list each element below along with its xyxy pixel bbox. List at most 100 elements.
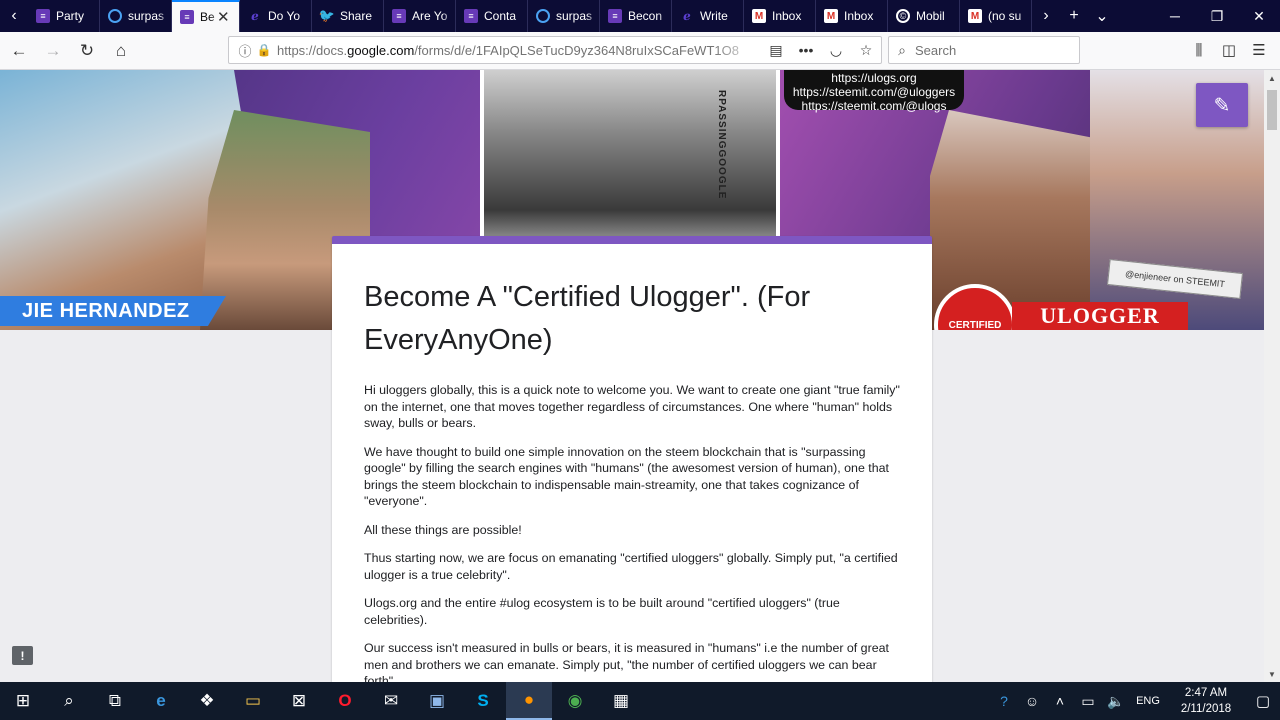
pocket-icon[interactable]: ◡ (821, 42, 851, 59)
home-button[interactable]: ⌂ (106, 36, 136, 66)
chrome-icon[interactable]: ◉ (552, 682, 598, 720)
url-host: google.com (347, 42, 415, 58)
file-explorer-icon[interactable]: ▭ (230, 682, 276, 720)
browser-tab[interactable]: ℯ Write (672, 0, 744, 32)
language-indicator[interactable]: ENG (1130, 695, 1166, 707)
clock[interactable]: 2:47 AM 2/11/2018 (1174, 685, 1238, 717)
people-icon[interactable]: ☺ (1018, 693, 1046, 709)
page-viewport: RPASSINGGOOGLE https://ulogs.org https:/… (0, 70, 1264, 682)
close-window-button[interactable]: ✕ (1238, 0, 1280, 32)
report-feedback-icon[interactable]: ! (12, 646, 33, 665)
form-title: Become A "Certified Ulogger". (For Every… (364, 281, 811, 356)
calculator-icon[interactable]: ▦ (598, 682, 644, 720)
mail-icon[interactable]: ✉ (368, 682, 414, 720)
description-paragraph: Our success isn't measured in bulls or b… (364, 641, 889, 682)
pencil-icon: ✎ (1213, 94, 1231, 117)
page-actions-icon[interactable]: ••• (791, 42, 821, 58)
library-icon[interactable]: ⫼ (1184, 36, 1214, 64)
store-icon[interactable]: ⊠ (276, 682, 322, 720)
browser-tab[interactable]: ≡ Becon (600, 0, 672, 32)
banner-vertical-text: RPASSINGGOOGLE (716, 90, 727, 200)
tab-strip: ‹ ≡ Party surpas ≡ Be ✕ ℯ Do Yo 🐦 Share ≡ Are Yo ≡ Co… (0, 0, 1280, 32)
menu-icon[interactable]: ☰ (1244, 36, 1274, 64)
clock-date: 2/11/2018 (1180, 703, 1232, 715)
forms-icon: ≡ (464, 9, 478, 23)
tab-title: Are Yo (412, 9, 448, 23)
browser-tab[interactable]: surpas (100, 0, 172, 32)
tab-title: (no su (988, 9, 1022, 23)
reload-button[interactable]: ↻ (72, 36, 102, 66)
form-description: Hi uloggers globally, this is a quick no… (364, 382, 900, 682)
battery-icon[interactable]: ▭ (1074, 693, 1102, 710)
address-bar[interactable]: ⓘ 🔒 https://docs.google.com/forms/d/e/1F… (228, 36, 882, 64)
windows-start-icon[interactable]: ⊞ (0, 682, 46, 720)
search-input[interactable]: ⌕ Search (888, 36, 1080, 64)
search-taskbar-icon[interactable]: ⌕ (46, 682, 92, 720)
show-hidden-icons-icon[interactable]: ˄ (1046, 693, 1074, 709)
url-path: /forms/d/e/1FAIpQLSeTucD9yz364N8ruIxSCaF… (414, 42, 739, 58)
url-prefix: https://docs. (277, 42, 348, 58)
browser-tab[interactable]: M Inbox (816, 0, 888, 32)
system-tray: ? ☺ ˄ ▭ 🔈 ENG 2:47 AM 2/11/2018 ▢ (990, 685, 1280, 717)
new-tab-button[interactable]: + (1060, 0, 1088, 32)
firefox-icon[interactable]: ● (506, 682, 552, 720)
forms-icon: ≡ (180, 10, 194, 24)
gmail-icon: M (968, 9, 982, 23)
sidebar-icon[interactable]: ◫ (1214, 36, 1244, 64)
restore-button[interactable]: ❐ (1196, 0, 1238, 32)
browser-tab[interactable]: © Mobil (888, 0, 960, 32)
description-paragraph: Ulogs.org and the entire #ulog ecosystem… (364, 596, 840, 627)
tab-title: Inbox (772, 9, 802, 23)
ulog-icon: ℯ (683, 9, 691, 23)
help-icon[interactable]: ? (990, 693, 1018, 709)
volume-icon[interactable]: 🔈 (1102, 693, 1130, 710)
minimize-button[interactable]: ─ (1154, 0, 1196, 32)
tab-scroll-right-button[interactable]: › (1032, 0, 1060, 32)
gmail-icon: M (752, 9, 766, 23)
browser-tab[interactable]: M Inbox (744, 0, 816, 32)
close-tab-icon[interactable]: ✕ (217, 8, 233, 26)
scroll-down-arrow-icon[interactable]: ▼ (1264, 666, 1280, 682)
browser-tab[interactable]: ≡ Are Yo (384, 0, 456, 32)
task-view-icon[interactable]: ⧉ (92, 682, 138, 720)
vertical-scrollbar[interactable]: ▲ ▼ (1264, 70, 1280, 682)
edge-browser-icon[interactable]: e (138, 682, 184, 720)
url-text[interactable]: https://docs.google.com/forms/d/e/1FAIpQ… (277, 43, 761, 58)
notification-center-icon[interactable]: ▢ (1246, 692, 1280, 710)
description-paragraph: We have thought to build one simple inno… (364, 444, 889, 509)
tab-scroll-left-button[interactable]: ‹ (0, 0, 28, 32)
lock-icon: 🔒 (256, 43, 272, 57)
banner-link: https://ulogs.org (831, 71, 917, 85)
all-tabs-button[interactable]: ⌄ (1088, 0, 1116, 32)
opera-icon[interactable]: O (322, 682, 368, 720)
tab-title: Inbox (844, 9, 874, 23)
search-placeholder: Search (915, 42, 957, 58)
scrollbar-thumb[interactable] (1267, 90, 1277, 130)
skype-icon[interactable]: S (460, 682, 506, 720)
browser-tab[interactable]: ℯ Do Yo (240, 0, 312, 32)
edit-form-button[interactable]: ✎ (1196, 83, 1248, 127)
browser-tab[interactable]: ≡ Party (28, 0, 100, 32)
tab-title: Mobil (916, 9, 945, 23)
back-button[interactable]: ← (4, 36, 34, 66)
description-paragraph: Thus starting now, we are focus on emana… (364, 551, 898, 582)
site-info-icon[interactable]: ⓘ (235, 41, 255, 60)
forward-button[interactable]: → (38, 36, 68, 66)
browser-tab[interactable]: ≡ Be ✕ (172, 0, 240, 32)
ulog-icon: ℯ (251, 9, 259, 23)
browser-tab[interactable]: 🐦 Share (312, 0, 384, 32)
browser-tab[interactable]: ≡ Conta (456, 0, 528, 32)
banner-link: https://steemit.com/@uloggers (792, 85, 956, 99)
tab-title: surpas (556, 9, 593, 23)
reader-view-icon[interactable]: ▤ (761, 42, 791, 59)
tab-title: Party (56, 9, 85, 23)
scroll-up-arrow-icon[interactable]: ▲ (1264, 70, 1280, 86)
toolbar-right: ⫼ ◫ ☰ (1184, 36, 1274, 64)
clock-time: 2:47 AM (1184, 687, 1228, 699)
network-app-icon[interactable]: ▣ (414, 682, 460, 720)
forms-icon: ≡ (392, 9, 406, 23)
browser-tab[interactable]: surpas (528, 0, 600, 32)
browser-tab[interactable]: M (no su (960, 0, 1032, 32)
dropbox-icon[interactable]: ❖ (184, 682, 230, 720)
bookmark-star-icon[interactable]: ☆ (851, 42, 881, 59)
